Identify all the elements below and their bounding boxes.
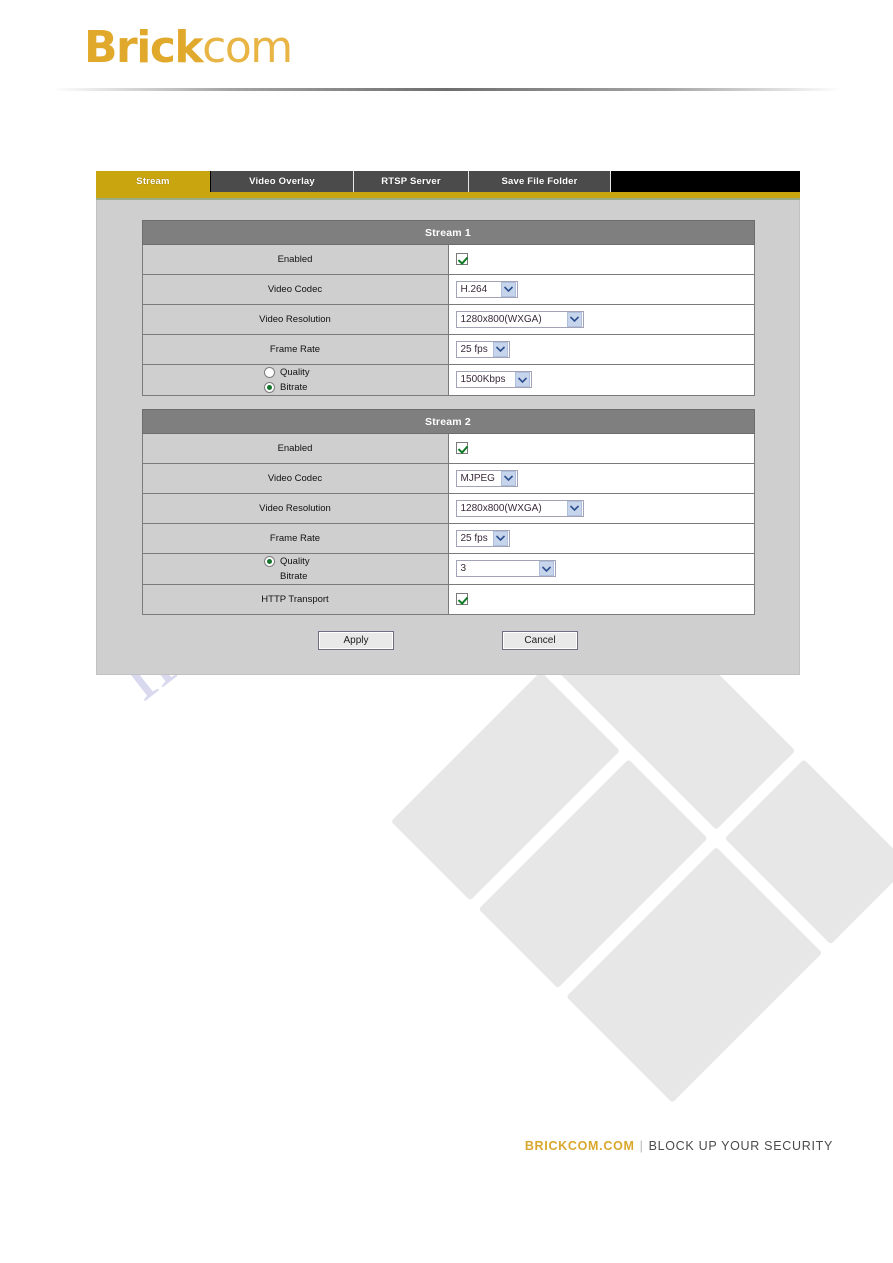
table-row: Enabled [141,244,755,275]
table-row: Video Codec H.264 [141,274,755,305]
stream-1-section-header: Stream 1 [141,220,755,245]
stream-1-bitrate-radio[interactable] [264,382,275,393]
chevron-down-icon [492,341,508,357]
tab-bar-filler [611,171,800,192]
header-divider [52,88,842,91]
stream-1-bitrate-value: 1500Kbps [460,374,506,386]
stream-1-quality-label: Quality [280,367,310,378]
stream-2-section-header: Stream 2 [141,409,755,434]
apply-button[interactable]: Apply [318,631,394,650]
stream-1-codec-value: H.264 [460,283,488,295]
brickcom-logo-bold: Brick [84,22,204,73]
stream-2-resolution-label: Video Resolution [141,493,449,524]
table-row: Video Codec MJPEG [141,463,755,494]
stream-1-framerate-select[interactable]: 25 fps [455,340,510,358]
tab-rtsp-server[interactable]: RTSP Server [354,171,469,192]
tab-save-file-folder[interactable]: Save File Folder [469,171,611,192]
tab-stream[interactable]: Stream [96,171,211,192]
table-row: Video Resolution 1280x800(WXGA) [141,304,755,335]
stream-1-resolution-value: 1280x800(WXGA) [460,313,542,325]
chevron-down-icon [500,470,516,486]
table-row: HTTP Transport [141,584,755,615]
stream-1-framerate-label: Frame Rate [141,334,449,365]
cancel-button[interactable]: Cancel [502,631,578,650]
chevron-down-icon [566,500,582,516]
stream-2-quality-value: 3 [460,563,467,575]
footer-divider: | [639,1139,644,1153]
stream-2-codec-cell: MJPEG [447,463,755,494]
stream-2-codec-label: Video Codec [141,463,449,494]
stream-2-framerate-cell: 25 fps [447,523,755,554]
stream-2-enabled-label: Enabled [141,433,449,464]
stream-2-http-transport-checkbox[interactable] [455,593,468,606]
table-row: Video Resolution 1280x800(WXGA) [141,493,755,524]
stream-2-quality-select[interactable]: 3 [455,560,556,578]
stream-1-resolution-cell: 1280x800(WXGA) [447,304,755,335]
camera-config-screenshot: Stream Video Overlay RTSP Server Save Fi… [96,171,800,675]
stream-1-resolution-label: Video Resolution [141,304,449,335]
stream-2-quality-radio[interactable] [264,556,275,567]
stream-2-resolution-value: 1280x800(WXGA) [460,502,542,514]
table-row: Enabled [141,433,755,464]
stream-1-bitrate-label: Bitrate [280,382,308,393]
stream-1-enabled-label: Enabled [141,244,449,275]
settings-panel-body: Stream 1 Enabled Video Codec H.264 Video… [96,200,800,675]
stream-1-codec-select[interactable]: H.264 [455,280,518,298]
brickcom-logo-light: com [202,22,293,73]
stream-1-quality-option[interactable]: Quality [145,365,446,380]
stream-1-bitrate-select[interactable]: 1500Kbps [455,371,532,389]
table-row: Stream 1 [141,220,755,245]
table-row: Frame Rate 25 fps [141,334,755,365]
chevron-down-icon [566,311,582,327]
stream-1-quality-bitrate-label-cell: Quality Bitrate [141,364,449,396]
stream-2-bitrate-label: Bitrate [280,571,308,582]
stream-1-enabled-checkbox[interactable] [455,253,468,266]
stream-2-quality-option[interactable]: Quality [145,554,446,569]
stream-2-framerate-value: 25 fps [460,532,488,544]
stream-2-bitrate-option[interactable]: Bitrate [145,569,446,584]
stream-1-quality-radio[interactable] [264,367,275,378]
stream-2-table: Stream 2 Enabled Video Codec MJPEG Video… [141,409,755,615]
stream-2-enabled-cell [447,433,755,464]
tab-video-overlay[interactable]: Video Overlay [211,171,354,192]
stream-2-quality-label: Quality [280,556,310,567]
table-row: Frame Rate 25 fps [141,523,755,554]
footer-site: BRICKCOM.COM [524,1139,635,1153]
chevron-down-icon [500,281,516,297]
stream-1-codec-label: Video Codec [141,274,449,305]
stream-1-framerate-cell: 25 fps [447,334,755,365]
chevron-down-icon [492,530,508,546]
stream-2-resolution-cell: 1280x800(WXGA) [447,493,755,524]
form-actions: Apply Cancel [142,631,755,650]
stream-1-rate-cell: 1500Kbps [447,364,755,396]
stream-2-enabled-checkbox[interactable] [455,442,468,455]
stream-2-bitrate-radio[interactable] [264,571,275,582]
stream-1-table: Stream 1 Enabled Video Codec H.264 Video… [141,220,755,396]
stream-2-quality-bitrate-label-cell: Quality Bitrate [141,553,449,585]
page-footer: BRICKCOM.COM | BLOCK UP YOUR SECURITY [0,1139,893,1153]
stream-1-resolution-select[interactable]: 1280x800(WXGA) [455,310,584,328]
footer-tagline: BLOCK UP YOUR SECURITY [648,1139,833,1153]
brickcom-logo: Brickcom [84,26,293,70]
stream-1-framerate-value: 25 fps [460,343,488,355]
chevron-down-icon [514,372,530,388]
table-row: Stream 2 [141,409,755,434]
stream-2-codec-select[interactable]: MJPEG [455,469,518,487]
stream-2-codec-value: MJPEG [460,472,495,484]
stream-2-framerate-select[interactable]: 25 fps [455,529,510,547]
stream-2-http-transport-label: HTTP Transport [141,584,449,615]
settings-tab-bar: Stream Video Overlay RTSP Server Save Fi… [96,171,800,192]
stream-2-http-transport-cell [447,584,755,615]
stream-2-rate-cell: 3 [447,553,755,585]
stream-1-codec-cell: H.264 [447,274,755,305]
stream-1-bitrate-option[interactable]: Bitrate [145,380,446,395]
stream-2-resolution-select[interactable]: 1280x800(WXGA) [455,499,584,517]
table-row: Quality Bitrate 1500Kbps [141,364,755,396]
stream-1-enabled-cell [447,244,755,275]
table-row: Quality Bitrate 3 [141,553,755,585]
stream-2-framerate-label: Frame Rate [141,523,449,554]
chevron-down-icon [538,561,554,577]
